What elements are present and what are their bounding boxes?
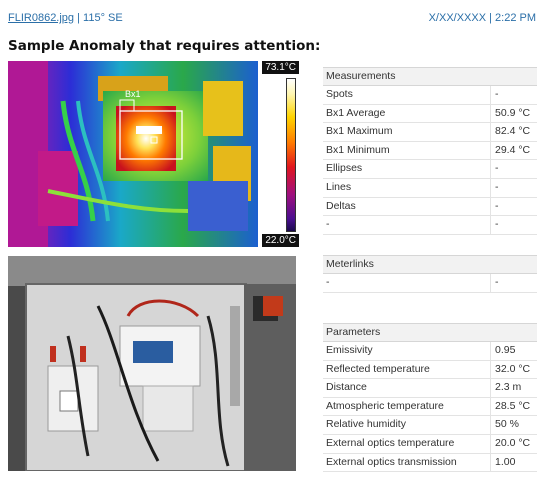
meterlink-label: - [323, 274, 491, 292]
measurement-value: 29.4 °C [495, 143, 531, 156]
parameter-row: External optics transmission 1.00 [323, 453, 537, 473]
measurement-value: - [495, 162, 499, 175]
parameters-table: Parameters Emissivity 0.95 Reflected tempe… [323, 323, 537, 473]
meterlinks-table: Meterlinks -- [323, 255, 537, 293]
meterlinks-heading: Meterlinks [323, 255, 537, 274]
thermal-image: Bx1 [8, 61, 258, 247]
scale-max-label: 73.1°C [262, 61, 299, 74]
measurement-row: -- [323, 216, 537, 235]
parameter-value: 1.00 [495, 455, 516, 468]
parameters-heading: Parameters [323, 323, 537, 342]
parameter-row: Atmospheric temperature 28.5 °C [323, 397, 537, 417]
image-header: FLIR0862.jpg | 115° SE [8, 12, 123, 24]
visual-photo [8, 256, 296, 471]
measurement-value: - [495, 180, 499, 193]
meterlink-row: -- [323, 274, 537, 293]
measurement-label: - [323, 216, 491, 234]
capture-datetime: X/XX/XXXX | 2:22 PM [428, 12, 536, 24]
color-scale-bar [286, 78, 296, 232]
parameter-label: Reflected temperature [323, 360, 491, 379]
measurement-row: Bx1 Average 50.9 °C [323, 104, 537, 124]
parameter-value: 28.5 °C [495, 399, 531, 412]
measurement-value: - [495, 199, 499, 212]
parameter-row: Relative humidity 50 % [323, 416, 537, 435]
measurement-row: Bx1 Maximum 82.4 °C [323, 123, 537, 142]
measurement-label: Lines [323, 178, 491, 197]
parameter-label: Relative humidity [323, 416, 491, 434]
parameter-value: 50 % [495, 418, 519, 431]
parameter-label: Atmospheric temperature [323, 397, 491, 416]
measurement-value: - [495, 218, 499, 231]
camera-direction: 115° SE [83, 12, 123, 24]
measurement-label: Deltas [323, 197, 491, 216]
measurement-label: Ellipses [323, 160, 491, 178]
measurements-heading: Measurements [323, 67, 537, 86]
meterlink-value: - [495, 276, 499, 288]
header-separator: | [77, 12, 80, 24]
measurements-table: Measurements Spots - Bx1 Average 50.9 °C Bx1… [323, 67, 537, 235]
measurement-row: Spots - [323, 86, 537, 105]
measurement-value: 50.9 °C [495, 106, 531, 119]
measurement-row: Lines - [323, 178, 537, 198]
parameter-row: External optics temperature 20.0 °C [323, 434, 537, 454]
measurement-label: Bx1 Average [323, 104, 491, 123]
measurement-label: Bx1 Maximum [323, 123, 491, 141]
parameter-row: Emissivity 0.95 [323, 342, 537, 361]
page-title: Sample Anomaly that requires attention: [8, 38, 321, 54]
measurement-row: Bx1 Minimum 29.4 °C [323, 141, 537, 161]
parameter-value: 20.0 °C [495, 436, 531, 449]
panel-photo-graphic [8, 256, 296, 471]
measurement-value: - [495, 88, 499, 100]
measurement-row: Deltas - [323, 197, 537, 217]
parameter-row: Distance 2.3 m [323, 379, 537, 398]
parameter-label: Distance [323, 379, 491, 397]
thermal-graphic: Bx1 [8, 61, 258, 247]
parameter-value: 32.0 °C [495, 362, 531, 375]
parameter-value: 2.3 m [495, 381, 522, 394]
measurement-value: 82.4 °C [495, 125, 531, 138]
measurement-label: Spots [323, 86, 491, 104]
file-name-link[interactable]: FLIR0862.jpg [8, 12, 74, 24]
parameter-label: Emissivity [323, 342, 491, 360]
parameter-label: External optics transmission [323, 453, 491, 472]
measurement-box-label: Bx1 [125, 89, 141, 99]
measurement-label: Bx1 Minimum [323, 141, 491, 160]
parameter-value: 0.95 [495, 344, 516, 356]
parameter-row: Reflected temperature 32.0 °C [323, 360, 537, 380]
parameter-label: External optics temperature [323, 434, 491, 453]
measurement-row: Ellipses - [323, 160, 537, 179]
temperature-scale: 73.1°C 22.0°C [261, 61, 299, 247]
scale-min-label: 22.0°C [262, 234, 299, 247]
